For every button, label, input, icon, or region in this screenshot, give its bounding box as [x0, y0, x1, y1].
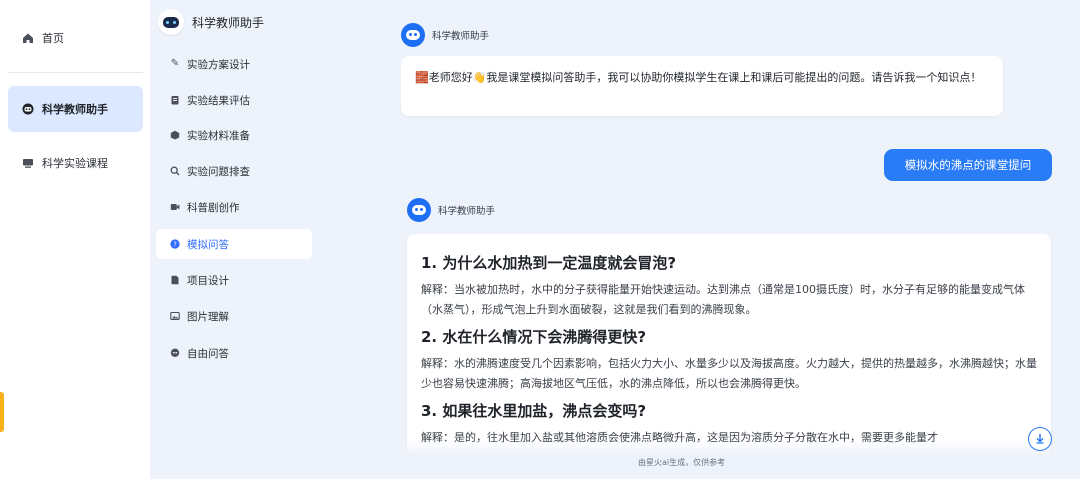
question-heading: 2. 水在什么情况下会沸腾得更快? [421, 328, 647, 346]
sub-item-image-understanding[interactable]: 图片理解 [156, 301, 312, 331]
nav-item-label: 科学实验课程 [42, 157, 108, 170]
nav-item-label: 首页 [42, 32, 64, 45]
greeting-text: 🧱老师您好👋我是课堂模拟问答助手，我可以协助你模拟学生在课上和课后可能提出的问题… [415, 71, 982, 84]
robot-icon [22, 103, 34, 115]
robot-icon [158, 9, 184, 35]
clipboard-icon [170, 95, 180, 105]
sub-item-label: 项目设计 [187, 274, 229, 287]
document-icon [170, 275, 180, 285]
sub-item-experiment-design[interactable]: ✎ 实验方案设计 [156, 49, 312, 79]
chat-area: 科学教师助手 🧱老师您好👋我是课堂模拟问答助手，我可以协助你模拟学生在课上和课后… [318, 0, 1080, 479]
user-message-text: 模拟水的沸点的课堂提问 [904, 158, 1032, 172]
scroll-to-bottom-button[interactable] [1028, 427, 1052, 451]
assistant-answer-bubble: 1. 为什么水加热到一定温度就会冒泡? 解释：当水被加热时，水中的分子获得能量开… [407, 234, 1051, 454]
sub-item-label: 自由问答 [187, 347, 229, 360]
sub-item-label: 实验问题排查 [187, 165, 250, 178]
chat-icon [170, 348, 180, 358]
sub-item-label: 实验结果评估 [187, 94, 250, 107]
arrow-down-icon [1034, 432, 1046, 447]
scroll-fade [407, 440, 1051, 456]
assistant-name: 科学教师助手 [432, 31, 490, 42]
sub-menu: 科学教师助手 ✎ 实验方案设计 实验结果评估 实验材料准备 实验问题排查 科普剧… [150, 0, 318, 479]
sub-item-label: 科普剧创作 [187, 201, 240, 214]
sub-menu-title: 科学教师助手 [192, 15, 265, 30]
sub-item-project-design[interactable]: 项目设计 [156, 265, 312, 295]
assistant-greeting-bubble: 🧱老师您好👋我是课堂模拟问答助手，我可以协助你模拟学生在课上和课后可能提出的问题… [401, 56, 1003, 116]
sub-item-science-drama[interactable]: 科普剧创作 [156, 192, 312, 222]
user-message-bubble: 模拟水的沸点的课堂提问 [884, 149, 1052, 181]
sub-item-free-qa[interactable]: 自由问答 [156, 338, 312, 368]
sub-item-label: 模拟问答 [187, 238, 229, 251]
monitor-icon [22, 157, 34, 169]
nav-item-science-teacher-assistant[interactable]: 科学教师助手 [8, 86, 143, 132]
answer-text: 解释：当水被加热时，水中的分子获得能量开始快速运动。达到沸点（通常是100摄氏度… [421, 283, 1025, 316]
ai-disclaimer: 由星火ai生成，仅供参考 [638, 458, 726, 467]
box-icon [170, 130, 180, 140]
nav-item-label: 科学教师助手 [42, 103, 108, 116]
question-heading: 1. 为什么水加热到一定温度就会冒泡? [421, 254, 677, 272]
sub-item-result-evaluation[interactable]: 实验结果评估 [156, 85, 312, 115]
answer-text: 解释：水的沸腾速度受几个因素影响，包括火力大小、水量多少以及海拔高度。火力越大，… [421, 357, 1037, 390]
sub-item-mock-qa[interactable]: ? 模拟问答 [156, 229, 312, 259]
sub-item-label: 图片理解 [187, 310, 229, 323]
sub-item-material-preparation[interactable]: 实验材料准备 [156, 120, 312, 150]
home-icon [22, 32, 34, 44]
sub-item-problem-troubleshooting[interactable]: 实验问题排查 [156, 156, 312, 186]
nav-item-home[interactable]: 首页 [8, 15, 143, 61]
assistant-avatar [401, 23, 425, 47]
nav-item-science-experiment-course[interactable]: 科学实验课程 [8, 140, 143, 186]
sub-item-label: 实验方案设计 [187, 58, 250, 71]
assistant-name: 科学教师助手 [438, 206, 496, 217]
side-accent-bar [0, 392, 4, 432]
question-icon: ? [170, 239, 180, 249]
main-nav: 首页 科学教师助手 科学实验课程 [0, 0, 150, 479]
sub-item-label: 实验材料准备 [187, 129, 250, 142]
search-icon [170, 166, 180, 176]
assistant-avatar [407, 198, 431, 222]
question-heading: 3. 如果往水里加盐，沸点会变吗? [421, 402, 647, 420]
assistant-message-header: 科学教师助手 [407, 198, 495, 222]
image-icon [170, 311, 180, 321]
film-icon [170, 202, 180, 212]
pencil-icon: ✎ [170, 58, 180, 69]
nav-divider [8, 72, 143, 73]
assistant-message-header: 科学教师助手 [401, 23, 489, 47]
svg-text:?: ? [173, 241, 177, 249]
sub-menu-header: 科学教师助手 [158, 6, 264, 38]
